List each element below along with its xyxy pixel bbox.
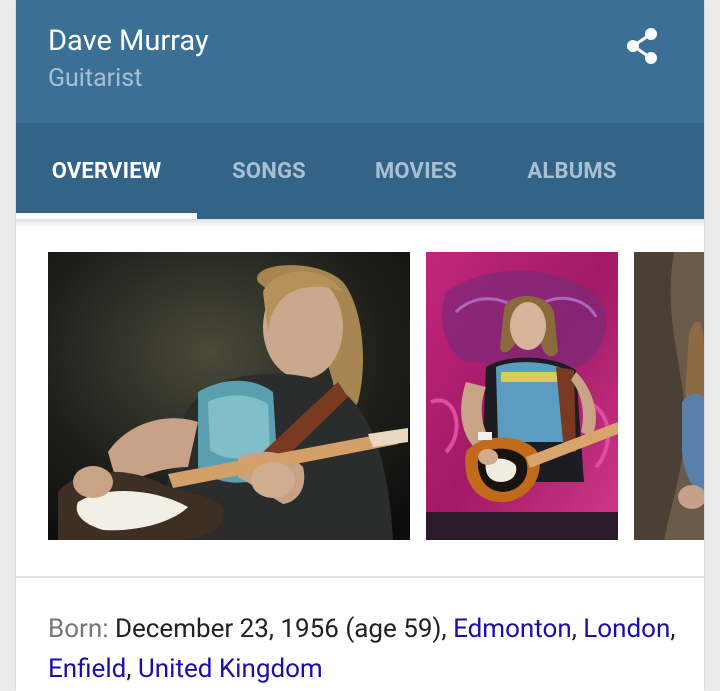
share-icon xyxy=(627,28,657,64)
link-edmonton[interactable]: Edmonton xyxy=(453,614,572,644)
tabbar-shadow xyxy=(16,219,704,227)
tab-bar: OVERVIEW SONGS MOVIES ALBUMS xyxy=(16,123,704,219)
guitarist-photo-2 xyxy=(426,252,618,540)
tab-overview[interactable]: OVERVIEW xyxy=(16,123,197,219)
guitarist-photo-3 xyxy=(634,252,704,540)
link-enfield[interactable]: Enfield xyxy=(48,654,126,684)
link-united-kingdom[interactable]: United Kingdom xyxy=(138,654,323,684)
link-london[interactable]: London xyxy=(583,614,670,644)
section-divider xyxy=(16,576,704,578)
guitarist-photo-1 xyxy=(48,252,410,540)
panel-header: Dave Murray Guitarist xyxy=(16,0,704,123)
tab-movies[interactable]: MOVIES xyxy=(341,123,491,219)
born-date: December 23, 1956 (age 59), xyxy=(108,614,454,644)
page-title: Dave Murray xyxy=(48,24,209,58)
photo-3[interactable] xyxy=(634,252,704,540)
born-label: Born: xyxy=(48,614,109,644)
tab-albums[interactable]: ALBUMS xyxy=(491,123,653,219)
born-info: Born: December 23, 1956 (age 59), Edmont… xyxy=(48,614,676,684)
knowledge-panel-card: Dave Murray Guitarist OVERVIEW SONGS MOV… xyxy=(16,0,704,691)
page-subtitle: Guitarist xyxy=(48,64,143,93)
share-button[interactable] xyxy=(618,22,666,70)
photo-1[interactable] xyxy=(48,252,410,540)
photo-2[interactable] xyxy=(426,252,618,540)
tab-songs[interactable]: SONGS xyxy=(197,123,341,219)
